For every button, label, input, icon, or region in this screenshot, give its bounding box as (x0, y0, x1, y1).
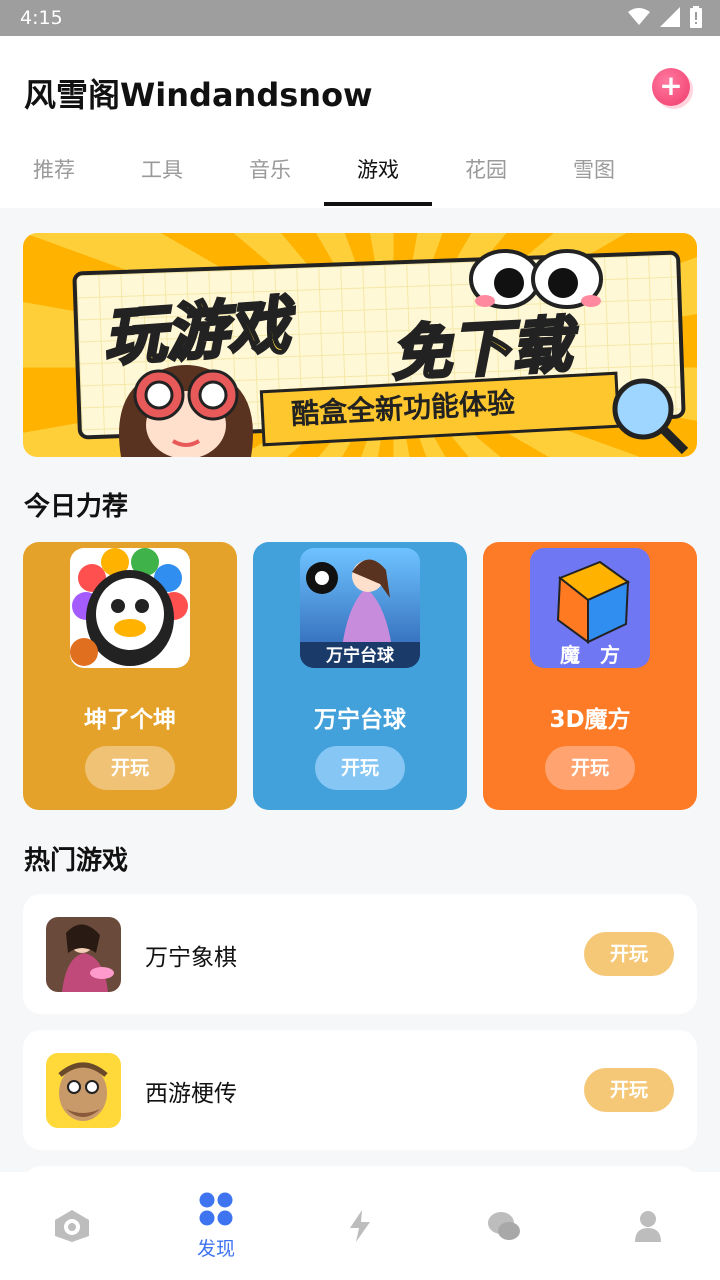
nav-chat[interactable] (432, 1210, 576, 1246)
grid-icon (199, 1192, 233, 1226)
nav-discover-label: 发现 (196, 1238, 235, 1260)
svg-text:方: 方 (600, 643, 620, 667)
plus-icon: + (659, 69, 683, 102)
nav-flash[interactable] (288, 1210, 432, 1246)
status-icons (628, 6, 702, 28)
today-section-title: 今日力荐 (24, 492, 129, 522)
signal-icon (660, 7, 680, 27)
tab-recommend[interactable]: 推荐 (0, 154, 108, 184)
game-card-cube[interactable]: 魔 方 3D魔方 开玩 (483, 542, 697, 810)
play-button[interactable]: 开玩 (584, 932, 674, 976)
chat-icon (488, 1212, 520, 1240)
tab-garden[interactable]: 花园 (432, 154, 540, 184)
status-bar: 4:15 (0, 0, 720, 36)
magnifier-icon (612, 378, 689, 455)
lightning-icon (350, 1210, 370, 1242)
game-card-kun[interactable]: 坤了个坤 开玩 (23, 542, 237, 810)
app-title: 风雪阁Windandsnow (24, 76, 373, 114)
camera-icon (55, 1210, 89, 1242)
game-name: 万宁象棋 (145, 945, 237, 971)
nav-discover[interactable]: 发现 (144, 1192, 288, 1261)
game-name: 3D魔方 (549, 707, 631, 733)
tab-snow[interactable]: 雪图 (540, 154, 648, 184)
nav-profile[interactable] (576, 1210, 720, 1246)
tab-games[interactable]: 游戏 (324, 154, 432, 184)
bottom-nav: 发现 (0, 1172, 720, 1280)
app-header: 风雪阁Windandsnow + 推荐 工具 音乐 游戏 花园 雪图 (0, 36, 720, 208)
battery-icon (690, 6, 702, 28)
game-name: 西游梗传 (145, 1081, 237, 1107)
cartoon-eyes-icon (469, 249, 603, 309)
svg-text:万宁台球: 万宁台球 (325, 645, 395, 666)
play-button[interactable]: 开玩 (545, 746, 635, 790)
game-thumb-billiards: 万宁台球 (300, 548, 420, 668)
game-thumb-kun (70, 548, 190, 668)
game-thumb-chess (46, 917, 121, 992)
list-item-chess[interactable]: 万宁象棋 开玩 (23, 894, 697, 1014)
tab-music[interactable]: 音乐 (216, 154, 324, 184)
category-tabs: 推荐 工具 音乐 游戏 花园 雪图 (0, 154, 720, 208)
tab-tools[interactable]: 工具 (108, 154, 216, 184)
game-name: 万宁台球 (314, 707, 406, 733)
nav-camera[interactable] (0, 1210, 144, 1246)
girl-binoculars-illustration (119, 365, 253, 457)
hot-section-title: 热门游戏 (24, 846, 129, 876)
user-icon (635, 1211, 661, 1242)
game-thumb-xiyou (46, 1053, 121, 1128)
play-button[interactable]: 开玩 (315, 746, 405, 790)
play-button[interactable]: 开玩 (85, 746, 175, 790)
game-thumb-cube: 魔 方 (530, 548, 650, 668)
active-tab-indicator (324, 202, 432, 206)
svg-text:魔: 魔 (560, 643, 580, 667)
wifi-icon (628, 8, 650, 25)
game-card-billiards[interactable]: 万宁台球 万宁台球 开玩 (253, 542, 467, 810)
status-time: 4:15 (20, 7, 63, 29)
add-button[interactable]: + (652, 68, 690, 106)
game-name: 坤了个坤 (84, 707, 176, 733)
promo-banner[interactable]: 玩游戏 免下载 酷盒全新功能体验 (23, 233, 697, 457)
play-button[interactable]: 开玩 (584, 1068, 674, 1112)
list-item-xiyou[interactable]: 西游梗传 开玩 (23, 1030, 697, 1150)
